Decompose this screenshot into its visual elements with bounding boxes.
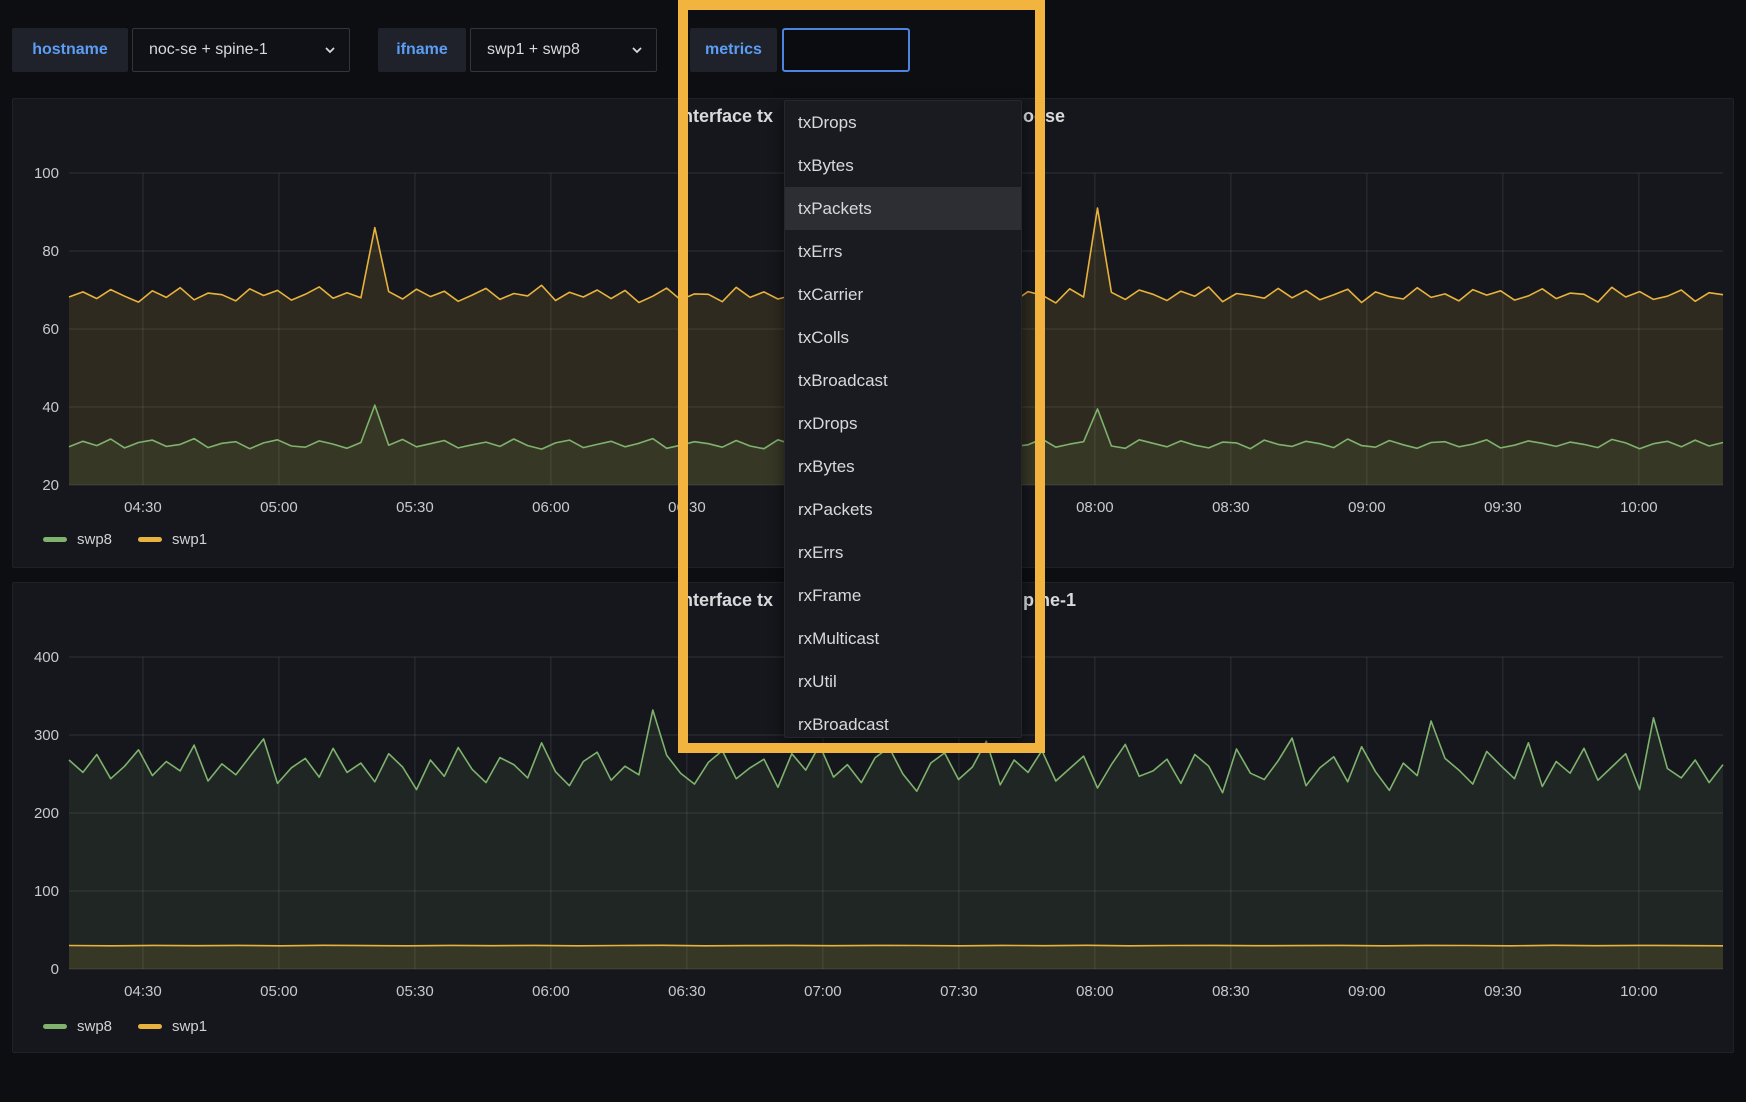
svg-text:05:30: 05:30	[396, 983, 434, 1000]
panel-title: pine-1	[1023, 590, 1076, 611]
dropdown-item-txDrops[interactable]: txDrops	[785, 101, 1021, 144]
ifname-value-text: swp1 + swp8	[487, 41, 580, 59]
dropdown-item-txCarrier[interactable]: txCarrier	[785, 273, 1021, 316]
svg-text:40: 40	[42, 399, 59, 416]
hostname-label-text: hostname	[32, 41, 108, 59]
svg-text:08:00: 08:00	[1076, 983, 1114, 1000]
dropdown-item-txErrs[interactable]: txErrs	[785, 230, 1021, 273]
dropdown-item-rxMulticast[interactable]: rxMulticast	[785, 617, 1021, 660]
grafana-dashboard: hostname noc-se + spine-1 ifname swp1 + …	[0, 0, 1746, 1102]
dropdown-item-rxDrops[interactable]: rxDrops	[785, 402, 1021, 445]
svg-text:10:00: 10:00	[1620, 983, 1658, 1000]
series-color-swatch	[43, 537, 67, 542]
chevron-down-icon	[620, 43, 644, 57]
legend-label: swp1	[172, 1018, 207, 1035]
svg-text:300: 300	[34, 727, 59, 744]
chart-legend: swp8 swp1	[43, 1016, 207, 1036]
dropdown-item-rxUtil[interactable]: rxUtil	[785, 660, 1021, 703]
series-color-swatch	[43, 1024, 67, 1029]
svg-text:05:00: 05:00	[260, 499, 298, 516]
svg-text:09:00: 09:00	[1348, 983, 1386, 1000]
ifname-label-text: ifname	[396, 41, 448, 59]
svg-text:09:00: 09:00	[1348, 499, 1386, 516]
svg-text:09:30: 09:30	[1484, 983, 1522, 1000]
svg-text:04:30: 04:30	[124, 499, 162, 516]
legend-label: swp1	[172, 531, 207, 548]
dropdown-item-txBytes[interactable]: txBytes	[785, 144, 1021, 187]
legend-item-swp1[interactable]: swp1	[138, 531, 207, 548]
panel-title: Interface tx	[677, 590, 773, 611]
svg-text:06:30: 06:30	[668, 499, 706, 516]
svg-text:400: 400	[34, 649, 59, 666]
svg-text:20: 20	[42, 477, 59, 494]
metrics-input[interactable]	[782, 28, 910, 72]
legend-label: swp8	[77, 1018, 112, 1035]
legend-item-swp8[interactable]: swp8	[43, 1018, 112, 1035]
svg-text:05:30: 05:30	[396, 499, 434, 516]
panel-title: oose	[1023, 106, 1065, 127]
variable-label-ifname: ifname	[378, 28, 466, 72]
svg-text:07:00: 07:00	[804, 983, 842, 1000]
dropdown-item-rxPackets[interactable]: rxPackets	[785, 488, 1021, 531]
svg-text:08:30: 08:30	[1212, 499, 1250, 516]
legend-item-swp1[interactable]: swp1	[138, 1018, 207, 1035]
svg-text:100: 100	[34, 165, 59, 182]
legend-label: swp8	[77, 531, 112, 548]
svg-text:05:00: 05:00	[260, 983, 298, 1000]
dropdown-item-rxErrs[interactable]: rxErrs	[785, 531, 1021, 574]
svg-text:07:30: 07:30	[940, 983, 978, 1000]
svg-text:200: 200	[34, 805, 59, 822]
svg-text:06:00: 06:00	[532, 983, 570, 1000]
panel-title: Interface tx	[677, 106, 773, 127]
svg-text:60: 60	[42, 321, 59, 338]
dropdown-item-rxBroadcast[interactable]: rxBroadcast	[785, 703, 1021, 738]
svg-text:08:30: 08:30	[1212, 983, 1250, 1000]
chevron-down-icon	[313, 43, 337, 57]
svg-text:10:00: 10:00	[1620, 499, 1658, 516]
svg-text:08:00: 08:00	[1076, 499, 1114, 516]
dropdown-item-txBroadcast[interactable]: txBroadcast	[785, 359, 1021, 402]
svg-text:80: 80	[42, 243, 59, 260]
variable-label-hostname: hostname	[12, 28, 128, 72]
svg-text:0: 0	[51, 961, 59, 978]
series-color-swatch	[138, 537, 162, 542]
series-color-swatch	[138, 1024, 162, 1029]
variable-select-ifname[interactable]: swp1 + swp8	[470, 28, 657, 72]
dropdown-item-rxFrame[interactable]: rxFrame	[785, 574, 1021, 617]
svg-text:100: 100	[34, 883, 59, 900]
svg-text:09:30: 09:30	[1484, 499, 1522, 516]
chart-legend: swp8 swp1	[43, 529, 207, 549]
metrics-label-text: metrics	[705, 41, 762, 59]
dropdown-item-txColls[interactable]: txColls	[785, 316, 1021, 359]
variable-label-metrics: metrics	[690, 28, 777, 72]
dropdown-item-txPackets[interactable]: txPackets	[785, 187, 1021, 230]
svg-text:06:00: 06:00	[532, 499, 570, 516]
dropdown-item-rxBytes[interactable]: rxBytes	[785, 445, 1021, 488]
svg-text:04:30: 04:30	[124, 983, 162, 1000]
svg-text:06:30: 06:30	[668, 983, 706, 1000]
legend-item-swp8[interactable]: swp8	[43, 531, 112, 548]
hostname-value-text: noc-se + spine-1	[149, 41, 268, 59]
metrics-dropdown-menu: txDropstxBytestxPacketstxErrstxCarriertx…	[784, 100, 1022, 738]
variable-select-hostname[interactable]: noc-se + spine-1	[132, 28, 350, 72]
